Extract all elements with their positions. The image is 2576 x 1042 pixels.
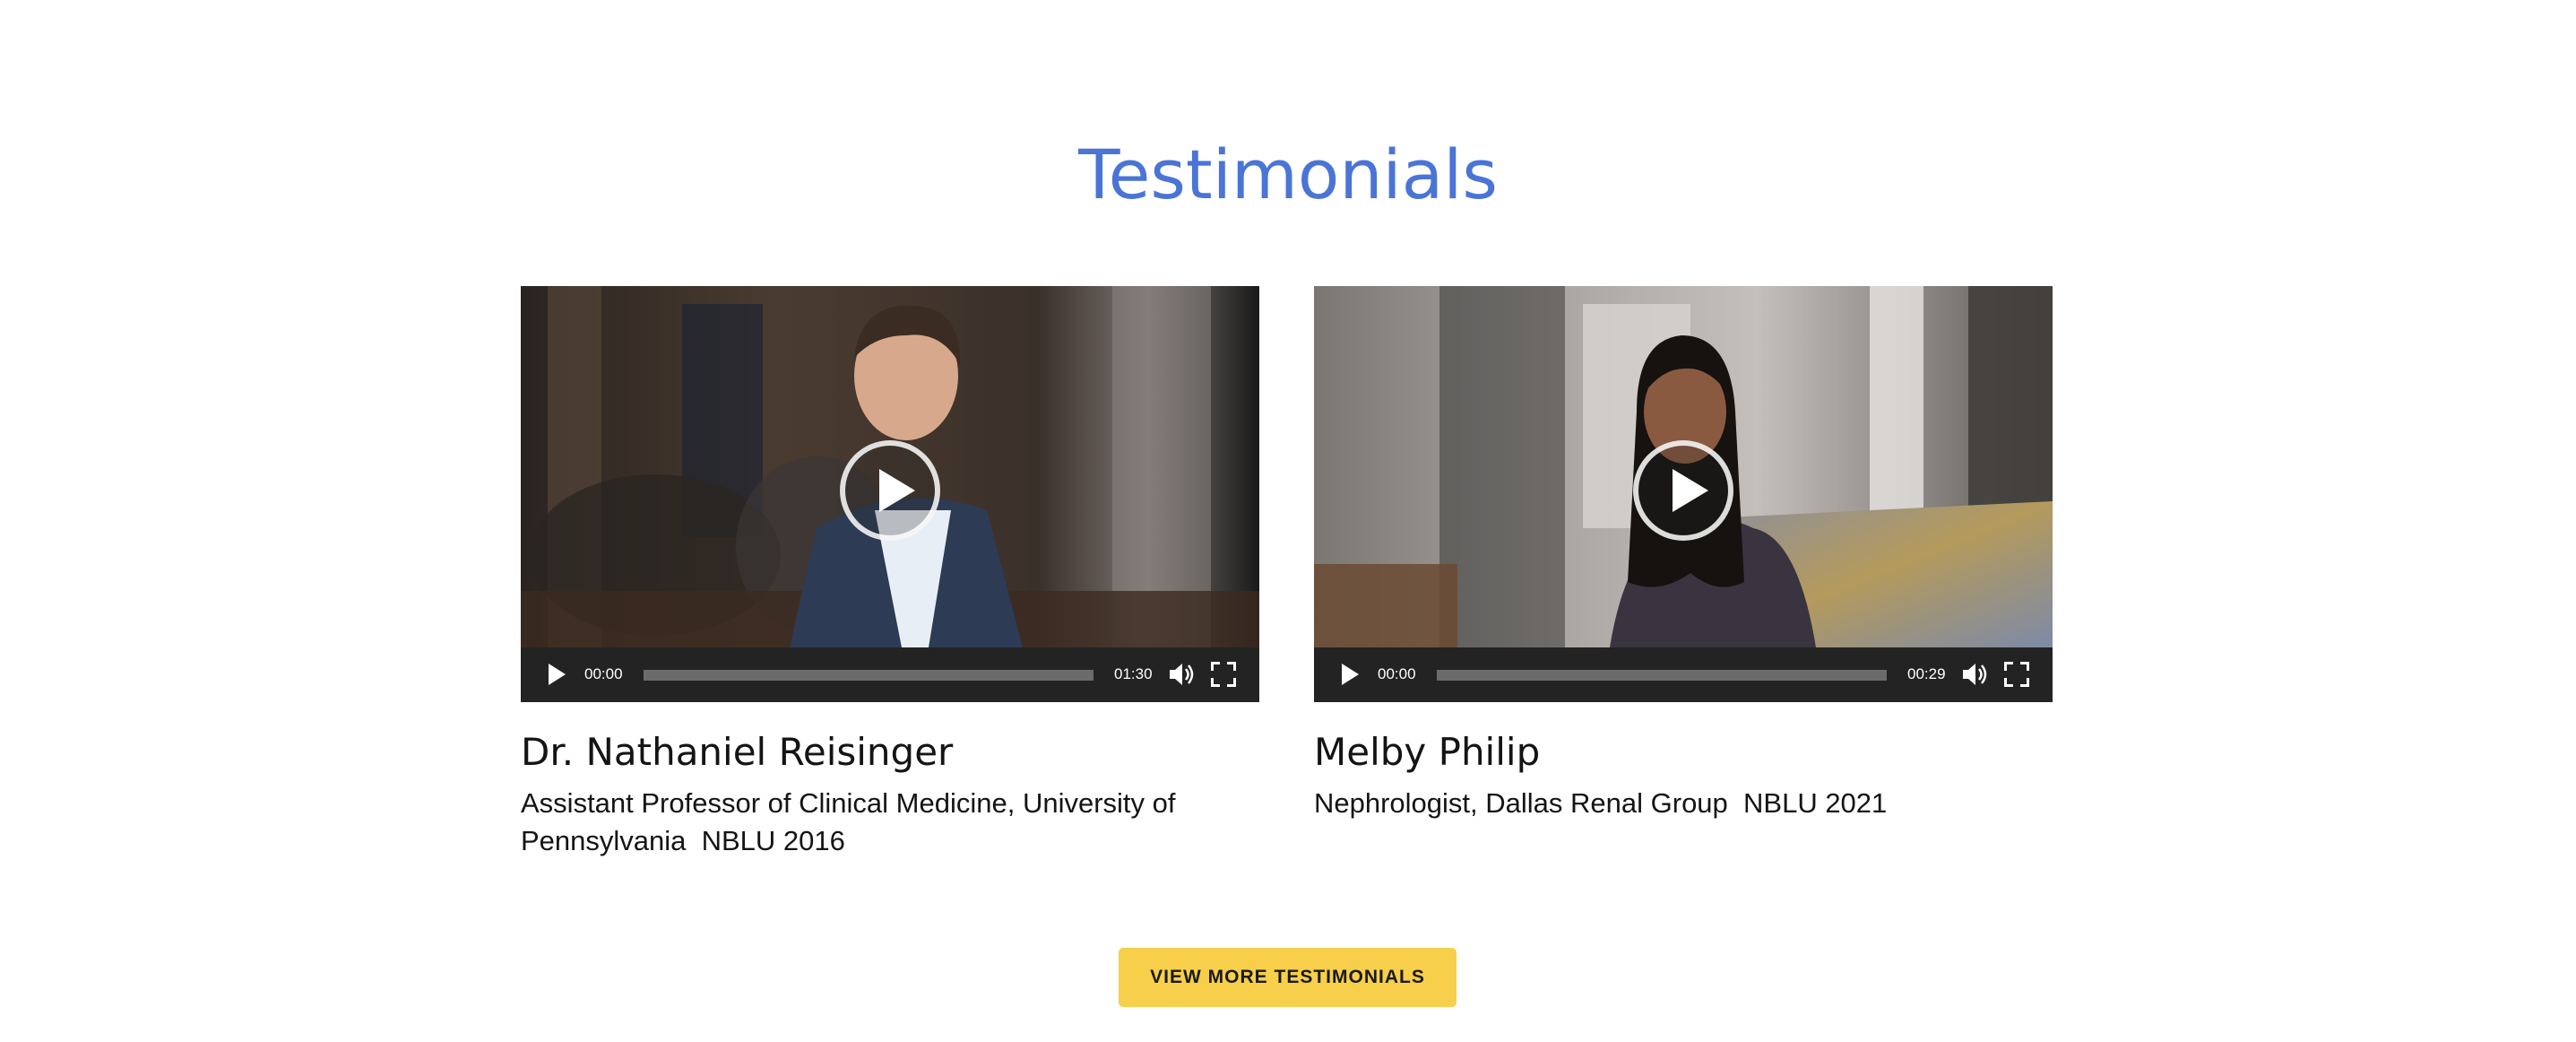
player-controls: 00:00 00:29 xyxy=(1314,647,2053,702)
current-time: 00:00 xyxy=(584,665,623,682)
play-icon[interactable] xyxy=(546,663,567,686)
progress-rail[interactable] xyxy=(644,670,1094,681)
person-description: Nephrologist, Dallas Renal Group NBLU 20… xyxy=(1314,787,1888,819)
volume-icon[interactable] xyxy=(1961,662,1988,687)
section-title: Testimonials xyxy=(1078,135,1498,214)
video-player[interactable]: 00:00 01:30 xyxy=(521,286,1259,702)
big-play-icon[interactable] xyxy=(1633,440,1733,541)
fullscreen-icon[interactable] xyxy=(1210,661,1237,688)
fullscreen-icon[interactable] xyxy=(2003,661,2030,688)
person-name: Dr. Nathaniel Reisinger xyxy=(521,730,954,774)
progress-rail[interactable] xyxy=(1437,670,1887,681)
play-icon[interactable] xyxy=(1339,663,1361,686)
testimonial-card: 00:00 01:30 Dr. Nathaniel Reisinger Assi… xyxy=(521,286,1259,860)
view-more-testimonials-button[interactable]: VIEW MORE TESTIMONIALS xyxy=(1119,948,1457,1007)
testimonial-card: 00:00 00:29 Melby Philip Nephrologist, D… xyxy=(1314,286,2053,822)
person-description: Assistant Professor of Clinical Medicine… xyxy=(521,787,1184,856)
volume-icon[interactable] xyxy=(1168,662,1195,687)
video-player[interactable]: 00:00 00:29 xyxy=(1314,286,2053,702)
duration: 01:30 xyxy=(1114,665,1153,682)
big-play-icon[interactable] xyxy=(840,440,940,541)
current-time: 00:00 xyxy=(1378,665,1416,682)
person-name: Melby Philip xyxy=(1314,730,1541,774)
duration: 00:29 xyxy=(1907,665,1946,682)
player-controls: 00:00 01:30 xyxy=(521,647,1259,702)
